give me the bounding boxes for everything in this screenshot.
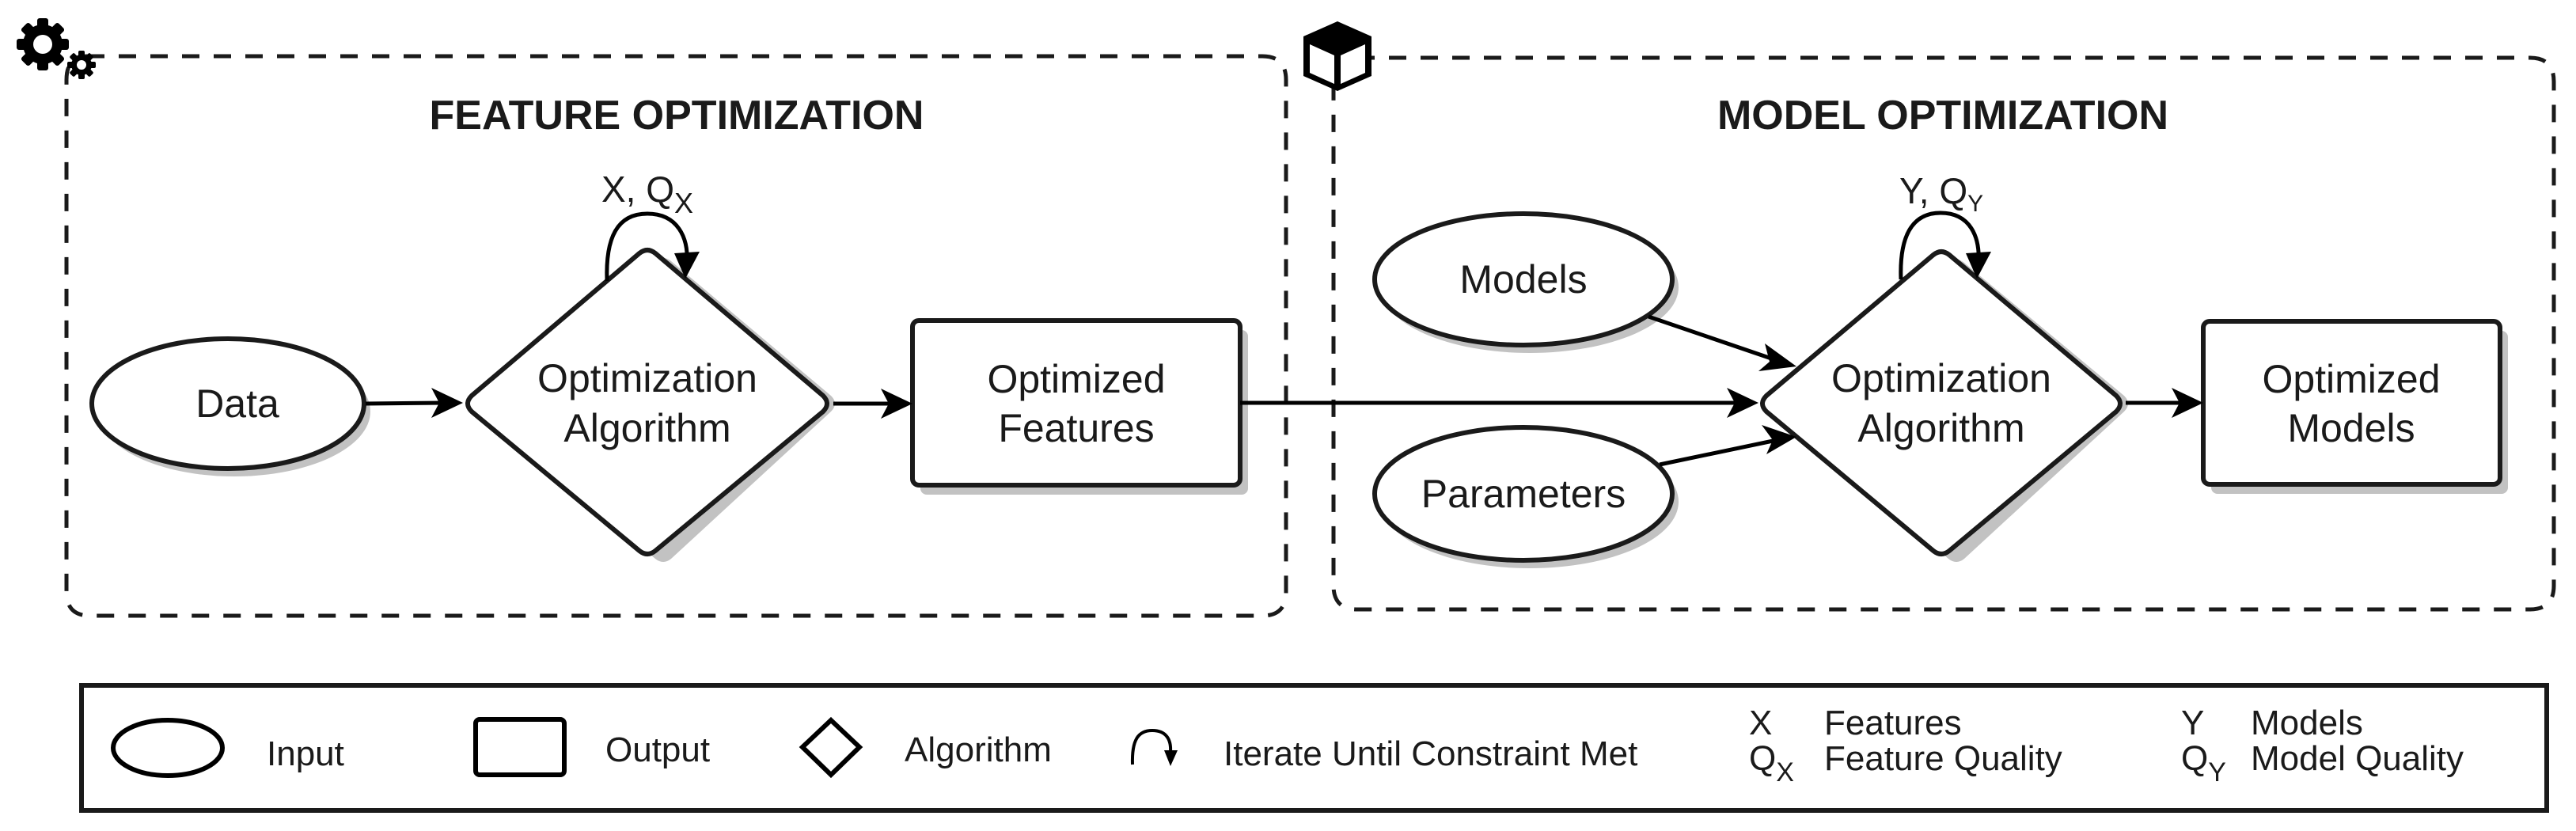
node-parameters[interactable]: Parameters — [1372, 425, 1679, 568]
node-data-label: Data — [195, 381, 279, 426]
legend-symbols: X Features QX Feature Quality Y Models Q… — [1749, 704, 2464, 787]
legend-ellipse-icon — [111, 718, 225, 778]
node-data[interactable]: Data — [89, 336, 370, 476]
legend-rectangle-icon — [473, 717, 567, 777]
legend-symbol-y-label: Models — [2251, 704, 2363, 742]
legend-symbol-x-label: Features — [1824, 704, 1962, 742]
legend-algorithm-label: Algorithm — [905, 730, 1052, 769]
legend-item-output: Output — [473, 717, 710, 777]
algorithm-1-label-line-1: Optimization — [537, 356, 757, 400]
legend-symbol-y: Y — [2181, 704, 2204, 742]
feature-optimization-title: FEATURE OPTIMIZATION — [430, 93, 924, 138]
model-optimization-title: MODEL OPTIMIZATION — [1717, 93, 2168, 138]
legend: Input Output Algorithm Iterate Until Con… — [79, 683, 2549, 813]
legend-iterate-label: Iterate Until Constraint Met — [1224, 734, 1637, 773]
loop-1-label: X, QX — [601, 169, 693, 219]
optimized-models-label-line-1: Optimized — [2262, 357, 2440, 401]
loop-arrow-icon — [1130, 728, 1178, 766]
node-models[interactable]: Models — [1372, 211, 1679, 353]
legend-item-iterate: Iterate Until Constraint Met — [1130, 728, 1637, 773]
node-models-label: Models — [1459, 257, 1587, 302]
optimized-models-label-line-2: Models — [2287, 406, 2415, 450]
algorithm-2-label-line-2: Algorithm — [1857, 406, 2024, 450]
edge-data-to-algorithm-1 — [365, 388, 463, 418]
node-optimized-models[interactable]: Optimized Models — [2201, 319, 2508, 494]
node-parameters-label: Parameters — [1421, 472, 1626, 516]
legend-symbol-qy: QY — [2181, 739, 2226, 787]
legend-item-input: Input — [111, 718, 344, 778]
gears-icon — [17, 18, 96, 79]
edge-features-to-algorithm-2 — [1240, 388, 1758, 418]
legend-symbol-x: X — [1749, 704, 1772, 742]
legend-item-algorithm: Algorithm — [799, 716, 1052, 779]
loop-2-label: Y, QY — [1899, 170, 1983, 217]
optimization-pipeline-diagram: FEATURE OPTIMIZATION Data Optimization A… — [17, 18, 2556, 813]
algorithm-2-label-line-1: Optimization — [1831, 356, 2051, 400]
node-optimized-features[interactable]: Optimized Features — [910, 318, 1248, 495]
legend-diamond-icon — [799, 716, 863, 779]
node-optimization-algorithm-1[interactable]: Optimization Algorithm — [465, 248, 835, 562]
legend-symbol-qy-label: Model Quality — [2251, 739, 2464, 778]
algorithm-1-label-line-2: Algorithm — [563, 406, 730, 450]
edge-algorithm-1-to-features — [833, 389, 912, 419]
cube-icon — [1303, 21, 1371, 91]
edge-models-to-algorithm-2 — [1648, 314, 1796, 371]
legend-symbol-qx: QX — [1749, 739, 1794, 787]
legend-input-label: Input — [267, 734, 344, 773]
legend-symbol-qx-label: Feature Quality — [1824, 739, 2062, 778]
edge-algorithm-2-to-models — [2126, 388, 2203, 418]
optimized-features-label-line-2: Features — [998, 406, 1154, 450]
node-optimization-algorithm-2[interactable]: Optimization Algorithm — [1760, 249, 2128, 562]
legend-output-label: Output — [605, 730, 710, 769]
group-model-optimization: MODEL OPTIMIZATION Models Parameters Opt… — [1240, 21, 2556, 612]
edge-parameters-to-algorithm-2 — [1659, 425, 1796, 467]
optimized-features-label-line-1: Optimized — [987, 357, 1165, 401]
group-feature-optimization: FEATURE OPTIMIZATION Data Optimization A… — [17, 18, 1288, 618]
